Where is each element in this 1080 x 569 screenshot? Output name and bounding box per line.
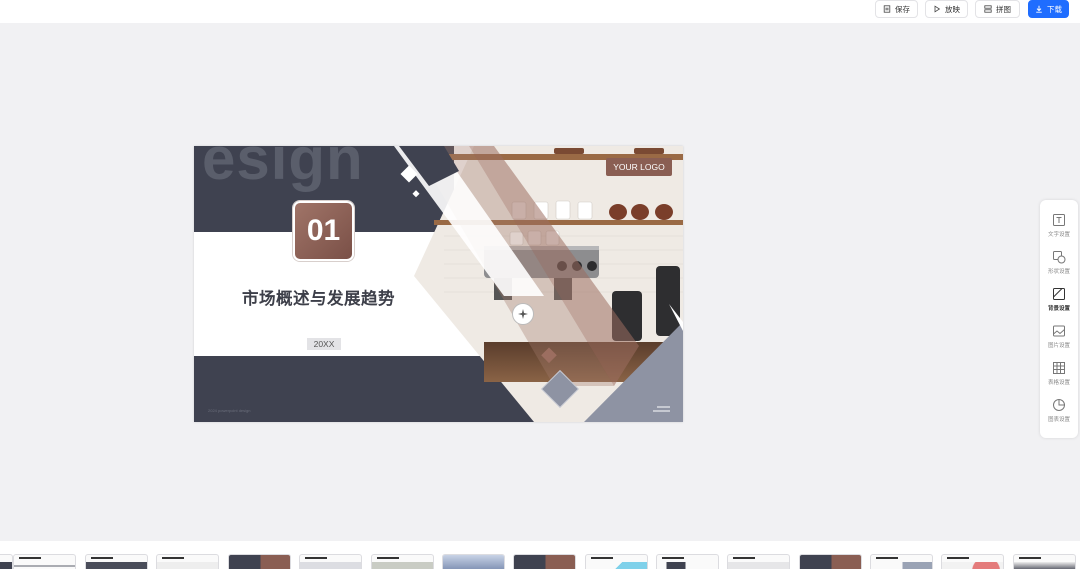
watermark-word: esign xyxy=(202,146,364,192)
slide-thumbnail[interactable] xyxy=(13,554,76,569)
image-icon xyxy=(1053,325,1065,337)
slide-thumbnail[interactable] xyxy=(727,554,790,569)
slide-thumbnail[interactable] xyxy=(513,554,576,569)
combine-button[interactable]: 拼图 xyxy=(975,0,1020,18)
sparkle-icon xyxy=(518,309,528,319)
image-settings-label: 图片设置 xyxy=(1047,343,1070,349)
slide-thumbnail[interactable] xyxy=(1013,554,1076,569)
save-button[interactable]: 保存 xyxy=(875,0,918,18)
logo-badge[interactable]: YOUR LOGO xyxy=(606,158,672,176)
download-label: 下载 xyxy=(1047,4,1062,14)
slide-thumbnail[interactable] xyxy=(371,554,434,569)
play-button[interactable]: 放映 xyxy=(925,0,968,18)
section-number[interactable]: 01 xyxy=(293,201,354,261)
slide-canvas[interactable]: esign YOUR LOGO 01 市场概述与发展趋势 20XX 2024 p… xyxy=(194,146,683,422)
slide-thumbnail[interactable] xyxy=(870,554,933,569)
download-button[interactable]: 下载 xyxy=(1028,0,1069,18)
image-settings[interactable]: 图片设置 xyxy=(1040,321,1078,355)
play-icon xyxy=(934,5,941,13)
slide-thumbnail[interactable] xyxy=(299,554,362,569)
slide-thumbnail[interactable] xyxy=(585,554,648,569)
chart-settings-label: 图表设置 xyxy=(1047,417,1070,423)
shape-settings[interactable]: 形状设置 xyxy=(1040,247,1078,281)
top-toolbar: 保存 放映 拼图 下载 xyxy=(0,0,1080,23)
shape-icon xyxy=(1053,251,1066,264)
table-icon xyxy=(1053,362,1065,374)
chart-icon xyxy=(1053,399,1065,411)
combine-label: 拼图 xyxy=(996,4,1011,14)
slide-thumbnail[interactable] xyxy=(941,554,1004,569)
text-settings-label: 文字设置 xyxy=(1047,232,1070,238)
footer-text: 2024 powerpoint design xyxy=(208,408,251,413)
table-settings-label: 表格设置 xyxy=(1047,380,1070,386)
play-label: 放映 xyxy=(945,4,960,14)
save-icon xyxy=(883,5,891,13)
settings-panel: 文字设置 形状设置 背景设置 图片设置 表格设置 图表设置 xyxy=(1040,200,1078,438)
save-label: 保存 xyxy=(895,4,910,14)
background-settings[interactable]: 背景设置 xyxy=(1040,284,1078,318)
text-settings[interactable]: 文字设置 xyxy=(1040,210,1078,244)
text-icon xyxy=(1053,214,1065,226)
slide-thumbnail[interactable] xyxy=(442,554,505,569)
thumbnail-strip xyxy=(0,541,1080,569)
slide-thumbnail[interactable] xyxy=(799,554,862,569)
shape-settings-label: 形状设置 xyxy=(1047,269,1070,275)
combine-icon xyxy=(984,5,992,13)
download-icon xyxy=(1036,5,1042,13)
background-icon xyxy=(1053,288,1065,300)
slide-title[interactable]: 市场概述与发展趋势 xyxy=(242,285,412,309)
add-element-button[interactable] xyxy=(512,303,534,325)
table-settings[interactable]: 表格设置 xyxy=(1040,358,1078,392)
slide-thumbnail[interactable] xyxy=(0,554,13,569)
slide-thumbnail[interactable] xyxy=(656,554,719,569)
year-tag[interactable]: 20XX xyxy=(307,338,341,350)
chart-settings[interactable]: 图表设置 xyxy=(1040,395,1078,429)
background-settings-label: 背景设置 xyxy=(1047,306,1070,312)
slide-thumbnail[interactable] xyxy=(228,554,291,569)
slide-thumbnail[interactable] xyxy=(85,554,148,569)
slide-thumbnail[interactable] xyxy=(156,554,219,569)
